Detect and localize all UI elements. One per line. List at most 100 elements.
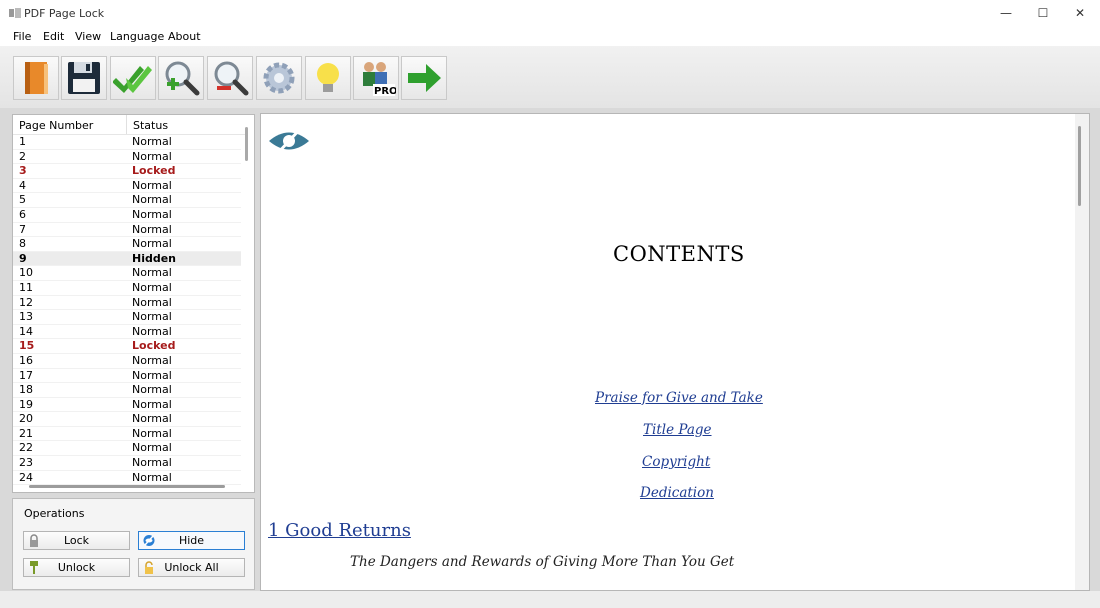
toc-link-praise[interactable]: Praise for Give and Take [595, 390, 763, 406]
page-status-cell: Normal [132, 207, 172, 221]
menu-view[interactable]: View [75, 30, 101, 43]
lock-label: Lock [63, 534, 90, 547]
toc-link-chapter-1[interactable]: 1 Good Returns [268, 520, 411, 541]
lock-button[interactable]: Lock [23, 531, 130, 550]
table-row[interactable]: 18 Normal [13, 383, 241, 398]
page-status-cell: Hidden [132, 251, 177, 265]
page-number-cell: 13 [19, 310, 33, 324]
maximize-button[interactable]: ☐ [1024, 0, 1062, 26]
minimize-button[interactable]: — [987, 0, 1025, 26]
window-title: PDF Page Lock [24, 7, 105, 20]
menu-language[interactable]: Language [110, 30, 164, 43]
zoom-in-button[interactable] [158, 56, 204, 100]
page-number-cell: 20 [19, 412, 33, 426]
floppy-disk-icon [68, 62, 100, 94]
table-row[interactable]: 9 Hidden [13, 251, 241, 267]
menu-edit[interactable]: Edit [43, 30, 64, 43]
viewer-vertical-scrollbar[interactable] [1078, 126, 1081, 206]
page-rows: 1 Normal 2 Normal 3 Locked 4 Normal 5 Normal 6 Norm… [13, 135, 241, 486]
page-number-cell: 15 [19, 339, 35, 353]
page-number-cell: 18 [19, 383, 33, 397]
tips-button[interactable] [305, 56, 351, 100]
exit-button[interactable] [401, 56, 447, 100]
apply-button[interactable] [110, 56, 156, 100]
page-number-cell: 21 [19, 426, 33, 440]
hide-label: Hide [178, 534, 205, 547]
table-row[interactable]: 10 Normal [13, 266, 241, 281]
table-row[interactable]: 1 Normal [13, 135, 241, 150]
lightbulb-icon [317, 63, 339, 92]
table-row[interactable]: 6 Normal [13, 208, 241, 223]
page-number-cell: 6 [19, 207, 26, 221]
unlock-button[interactable]: Unlock [23, 558, 130, 577]
table-row[interactable]: 20 Normal [13, 412, 241, 427]
page-status-cell: Locked [132, 339, 176, 353]
column-status[interactable]: Status [127, 115, 168, 134]
table-row[interactable]: 7 Normal [13, 223, 241, 238]
open-pdf-button[interactable] [13, 56, 59, 100]
column-page-number[interactable]: Page Number [13, 115, 127, 134]
page-number-cell: 7 [19, 222, 26, 236]
page-status-cell: Normal [132, 295, 172, 309]
save-button[interactable] [61, 56, 107, 100]
page-number-cell: 14 [19, 324, 33, 338]
toc-link-dedication[interactable]: Dedication [640, 485, 714, 501]
lock-icon [30, 534, 38, 547]
page-number-cell: 11 [19, 280, 33, 294]
unlock-all-button[interactable]: Unlock All [138, 558, 245, 577]
table-row[interactable]: 21 Normal [13, 427, 241, 442]
page-number-cell: 8 [19, 237, 26, 251]
table-row[interactable]: 11 Normal [13, 281, 241, 296]
table-row[interactable]: 14 Normal [13, 325, 241, 340]
table-row[interactable]: 24 Normal [13, 471, 241, 486]
zoom-out-button[interactable] [207, 56, 253, 100]
pdf-viewer[interactable]: CONTENTS Praise for Give and Take Title … [260, 113, 1090, 591]
page-number-cell: 3 [19, 164, 27, 178]
page-status-cell: Normal [132, 310, 172, 324]
table-row[interactable]: 22 Normal [13, 441, 241, 457]
table-row[interactable]: 13 Normal [13, 310, 241, 325]
table-row[interactable]: 8 Normal [13, 237, 241, 252]
page-number-cell: 23 [19, 456, 33, 470]
toolbar: PRO [0, 46, 1100, 108]
page-status-cell: Normal [132, 456, 172, 470]
page-status-cell: Normal [132, 426, 172, 440]
page-status-cell: Normal [132, 237, 172, 251]
page-status-cell: Normal [132, 280, 172, 294]
toc-link-copyright[interactable]: Copyright [642, 454, 710, 470]
table-row[interactable]: 4 Normal [13, 179, 241, 194]
page-list[interactable]: Page Number Status 1 Normal 2 Normal 3 Locked… [12, 114, 255, 493]
page-status-cell: Normal [132, 397, 172, 411]
table-row[interactable]: 19 Normal [13, 398, 241, 413]
page-status-cell: Normal [132, 266, 172, 280]
page-list-horizontal-scrollbar[interactable] [29, 485, 225, 488]
table-row[interactable]: 12 Normal [13, 296, 241, 311]
title-bar: PDF Page Lock — ☐ ✕ [0, 0, 1100, 26]
page-status-cell: Normal [132, 441, 172, 455]
page-status-cell: Normal [132, 222, 172, 236]
close-button[interactable]: ✕ [1061, 0, 1099, 26]
chapter-subtitle: The Dangers and Rewards of Giving More T… [350, 554, 735, 570]
page-number-cell: 16 [19, 353, 33, 367]
pro-upgrade-button[interactable]: PRO [353, 56, 399, 100]
hide-button[interactable]: Hide [138, 531, 245, 550]
menu-about[interactable]: About [168, 30, 201, 43]
page-status-cell: Locked [132, 164, 176, 178]
table-row[interactable]: 2 Normal [13, 150, 241, 165]
table-row[interactable]: 16 Normal [13, 354, 241, 369]
table-row[interactable]: 15 Locked [13, 339, 241, 354]
page-number-cell: 2 [19, 149, 26, 163]
page-status-cell: Normal [132, 193, 172, 207]
menu-file[interactable]: File [13, 30, 31, 43]
table-row[interactable]: 3 Locked [13, 164, 241, 179]
book-icon [25, 62, 48, 94]
table-row[interactable]: 5 Normal [13, 193, 241, 208]
table-row[interactable]: 23 Normal [13, 456, 241, 471]
double-check-icon [113, 66, 152, 93]
page-list-vertical-scrollbar[interactable] [245, 127, 248, 161]
toc-link-title-page[interactable]: Title Page [643, 422, 712, 438]
page-list-header: Page Number Status [13, 115, 245, 135]
page-number-cell: 1 [19, 135, 26, 148]
table-row[interactable]: 17 Normal [13, 369, 241, 384]
settings-button[interactable] [256, 56, 302, 100]
